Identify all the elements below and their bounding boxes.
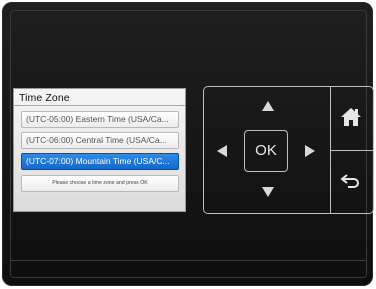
instruction-hint: Please choose a time zone and press OK [21,175,179,192]
option-label: (UTC-05:00) Eastern Time (USA/Ca... [26,114,169,124]
time-zone-option-central[interactable]: (UTC-06:00) Central Time (USA/Ca... [21,132,179,149]
arrow-down-icon[interactable] [262,187,274,197]
home-button[interactable] [330,87,373,150]
navigation-pad: OK [203,86,331,214]
arrow-up-icon[interactable] [262,101,274,111]
home-icon [341,108,361,126]
device-panel: Time Zone (UTC-05:00) Eastern Time (USA/… [2,2,374,286]
arrow-right-icon[interactable] [305,145,315,157]
option-label: (UTC-07:00) Mountain Time (USA/C... [26,156,170,166]
back-icon [340,174,359,188]
back-button[interactable] [330,151,373,214]
dialog-title: Time Zone [19,92,70,104]
time-zone-option-eastern[interactable]: (UTC-05:00) Eastern Time (USA/Ca... [21,111,179,128]
side-button-panel [330,86,374,214]
title-divider [14,105,185,106]
arrow-left-icon[interactable] [217,145,227,157]
ok-button[interactable]: OK [244,130,288,172]
bottom-divider [10,260,367,261]
time-zone-option-mountain[interactable]: (UTC-07:00) Mountain Time (USA/C... [21,153,179,170]
time-zone-dialog: Time Zone (UTC-05:00) Eastern Time (USA/… [13,88,186,212]
option-label: (UTC-06:00) Central Time (USA/Ca... [26,135,167,145]
